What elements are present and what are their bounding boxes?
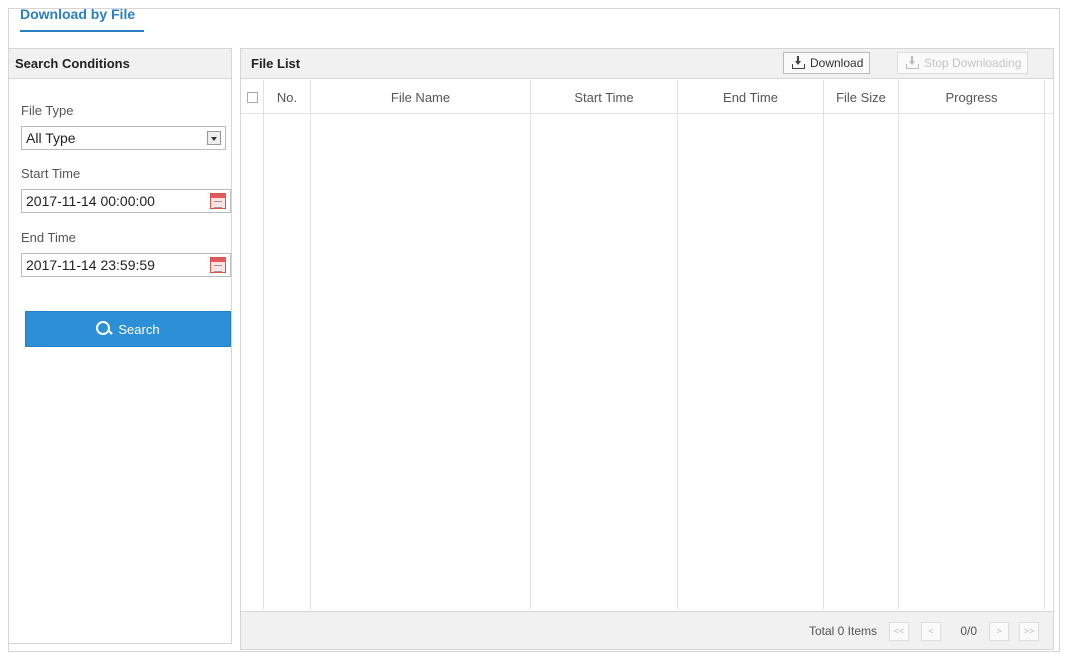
- column-header-start-time[interactable]: Start Time: [531, 90, 677, 105]
- file-type-label: File Type: [21, 103, 74, 118]
- download-button[interactable]: Download: [783, 52, 871, 74]
- file-table: No. File Name Start Time End Time File S…: [241, 80, 1053, 610]
- first-page-button[interactable]: <<: [889, 622, 909, 641]
- search-button[interactable]: Search: [25, 311, 231, 347]
- last-page-button[interactable]: >>: [1019, 622, 1039, 641]
- stop-downloading-button[interactable]: Stop Downloading: [897, 52, 1029, 74]
- end-time-value: 2017-11-14 23:59:59: [26, 257, 155, 273]
- stop-downloading-label: Stop Downloading: [924, 56, 1022, 70]
- next-page-button[interactable]: >: [989, 622, 1009, 641]
- select-all-column: [241, 80, 264, 610]
- chevron-down-icon[interactable]: [207, 131, 221, 145]
- select-all-checkbox[interactable]: [247, 92, 258, 103]
- column-header-file-name[interactable]: File Name: [311, 90, 530, 105]
- file-type-select[interactable]: All Type: [21, 126, 226, 150]
- pagination-bar: Total 0 Items << < 0/0 > >>: [241, 611, 1053, 649]
- column-no: No.: [264, 80, 311, 610]
- file-list-panel: File List Download Stop Downloading No. …: [240, 48, 1054, 650]
- page-indicator: 0/0: [960, 624, 977, 638]
- start-time-value: 2017-11-14 00:00:00: [26, 193, 155, 209]
- file-list-title: File List: [251, 56, 301, 71]
- search-icon: [96, 321, 112, 337]
- search-conditions-title: Search Conditions: [9, 49, 231, 79]
- calendar-icon[interactable]: [210, 257, 226, 273]
- column-file-size: File Size: [824, 80, 899, 610]
- tab-download-by-file[interactable]: Download by File: [20, 6, 135, 28]
- column-header-end-time[interactable]: End Time: [678, 90, 823, 105]
- prev-page-button[interactable]: <: [921, 622, 941, 641]
- search-conditions-panel: Search Conditions File Type All Type Sta…: [8, 48, 232, 644]
- total-items: Total 0 Items: [808, 624, 877, 638]
- end-time-label: End Time: [21, 230, 76, 245]
- tab-active-indicator: [20, 30, 144, 32]
- end-time-input[interactable]: 2017-11-14 23:59:59: [21, 253, 231, 277]
- start-time-label: Start Time: [21, 166, 81, 181]
- column-header-progress[interactable]: Progress: [899, 90, 1044, 105]
- column-progress: Progress: [899, 80, 1045, 610]
- file-list-header: File List Download Stop Downloading: [241, 49, 1053, 79]
- column-header-file-size[interactable]: File Size: [824, 90, 898, 105]
- column-header-no[interactable]: No.: [264, 90, 310, 105]
- stop-download-icon: [906, 56, 919, 69]
- column-start-time: Start Time: [531, 80, 678, 610]
- calendar-icon[interactable]: [210, 193, 226, 209]
- file-type-value: All Type: [26, 130, 76, 146]
- search-button-label: Search: [118, 321, 160, 337]
- download-button-label: Download: [810, 56, 864, 70]
- column-file-name: File Name: [311, 80, 531, 610]
- start-time-input[interactable]: 2017-11-14 00:00:00: [21, 189, 231, 213]
- column-end-time: End Time: [678, 80, 824, 610]
- download-icon: [792, 56, 805, 69]
